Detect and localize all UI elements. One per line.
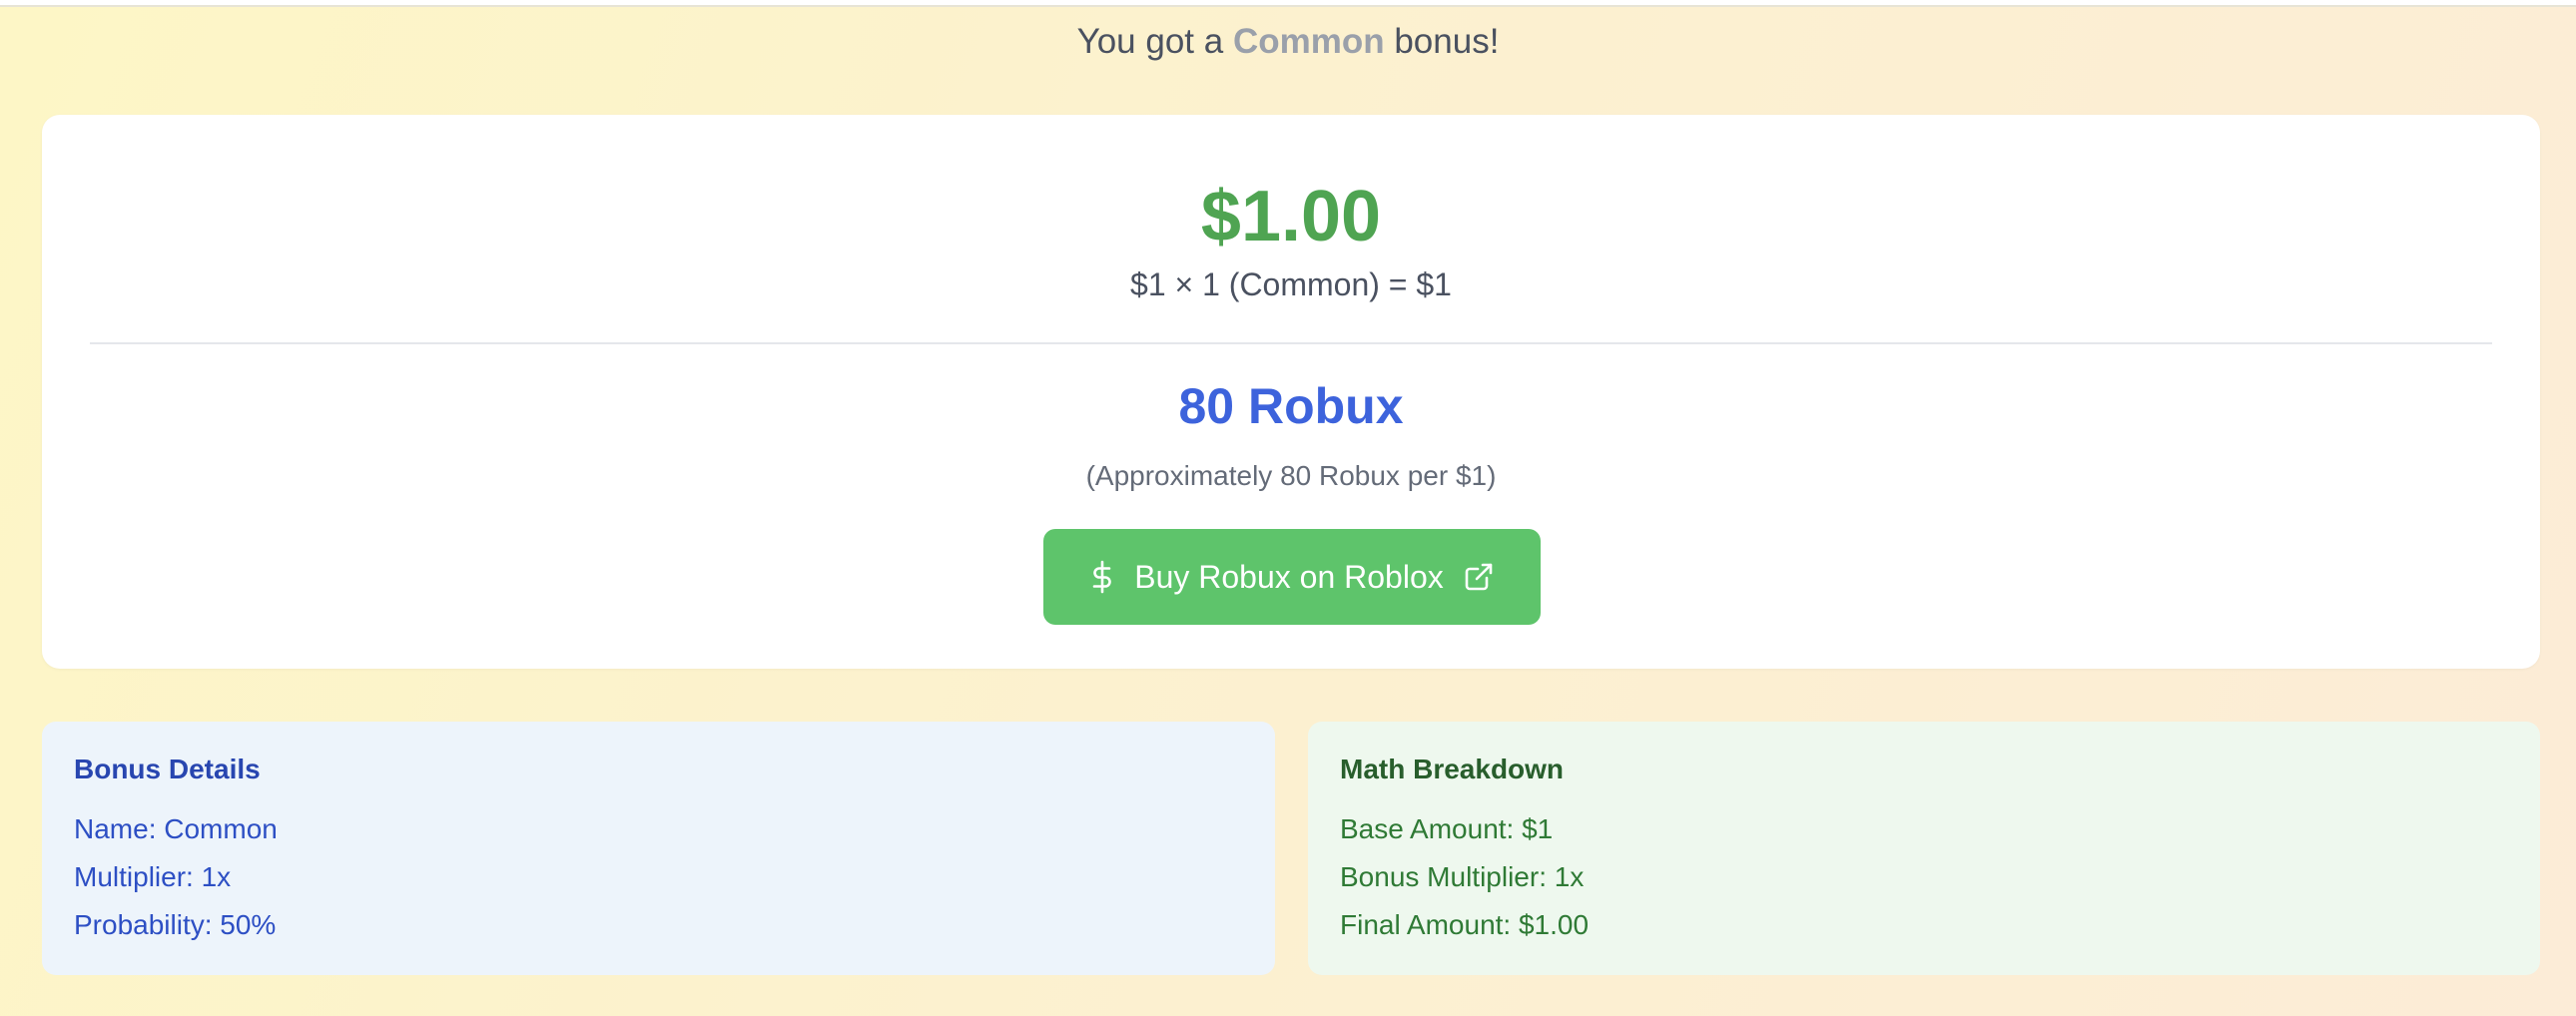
bonus-amount: $1.00: [1200, 177, 1382, 256]
bonus-name: Name: Common: [74, 813, 278, 844]
headline-suffix: bonus!: [1394, 22, 1500, 61]
dollar-icon: [1090, 560, 1114, 594]
result-card: $1.00 $1 × 1 (Common) = $1 80 Robux (App…: [42, 115, 2540, 669]
final-amount: Final Amount: $1.00: [1340, 909, 1590, 940]
card-divider: [90, 342, 2492, 344]
bonus-multiplier-line: Bonus Multiplier: 1x: [1340, 861, 1585, 892]
bonus-details-panel: Bonus Details Name: Common Multiplier: 1…: [42, 722, 1275, 975]
bonus-formula: $1 × 1 (Common) = $1: [1130, 266, 1452, 302]
bonus-multiplier: Multiplier: 1x: [74, 861, 232, 892]
robux-amount: 80 Robux: [1178, 378, 1404, 434]
bonus-probability: Probability: 50%: [74, 909, 277, 940]
headline-rarity: Common: [1232, 22, 1385, 61]
bonus-headline: You got a Common bonus!: [0, 17, 2576, 67]
bonus-result-page: You got a Common bonus! $1.00 $1 × 1 (Co…: [0, 5, 2576, 1016]
buy-robux-button[interactable]: Buy Robux on Roblox: [1043, 529, 1541, 625]
buy-robux-label: Buy Robux on Roblox: [1134, 558, 1444, 595]
robux-rate-note: (Approximately 80 Robux per $1): [1085, 460, 1497, 491]
math-breakdown-title: Math Breakdown: [1340, 754, 1565, 784]
math-breakdown-panel: Math Breakdown Base Amount: $1 Bonus Mul…: [1308, 722, 2540, 975]
bonus-details-title: Bonus Details: [74, 754, 261, 784]
base-amount: Base Amount: $1: [1340, 813, 1554, 844]
headline-prefix: You got a: [1076, 22, 1224, 61]
external-link-icon: [1464, 562, 1494, 592]
